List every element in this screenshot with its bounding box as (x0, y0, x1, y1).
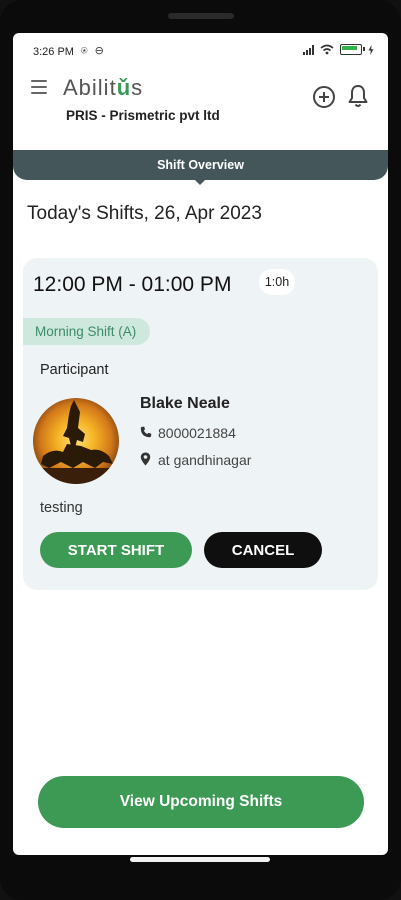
menu-icon[interactable] (31, 80, 47, 94)
add-icon[interactable] (313, 86, 335, 108)
participant-location: at gandhinagar (158, 452, 252, 468)
tab-indicator (194, 179, 206, 185)
app-logo: Abilitǔs (63, 75, 144, 100)
location-pin-icon (140, 452, 151, 466)
signal-icon (303, 44, 314, 55)
status-time: 3:26 PM (33, 46, 74, 58)
page-title: Today's Shifts, 26, Apr 2023 (27, 203, 262, 224)
view-upcoming-shifts-button[interactable]: View Upcoming Shifts (38, 776, 364, 828)
cancel-button[interactable]: CANCEL (204, 532, 322, 568)
shift-type-badge: Morning Shift (A) (23, 318, 151, 345)
participant-name: Blake Neale (140, 395, 230, 412)
shift-card[interactable]: 12:00 PM - 01:00 PM 1:0h Morning Shift (… (23, 258, 378, 590)
battery-icon (340, 44, 365, 55)
organization-name: PRIS - Prismetric pvt ltd (66, 108, 220, 123)
participant-avatar (33, 398, 119, 484)
phone-icon (140, 426, 152, 438)
status-notification-icons: ⍟ ⊖ (81, 45, 106, 57)
home-indicator[interactable] (130, 857, 270, 862)
duration-badge: 1:0h (259, 269, 295, 295)
charging-icon (368, 44, 374, 55)
tab-shift-overview[interactable]: Shift Overview (13, 150, 388, 180)
phone-frame: 3:26 PM ⍟ ⊖ Abilitǔs PRIS - Prismetric p… (0, 0, 401, 900)
speaker-grille (168, 13, 234, 19)
shift-time-range: 12:00 PM - 01:00 PM (33, 273, 232, 296)
bell-icon[interactable] (347, 84, 369, 108)
status-right-icons (303, 44, 374, 55)
app-header: Abilitǔs PRIS - Prismetric pvt ltd (13, 63, 388, 151)
start-shift-button[interactable]: START SHIFT (40, 532, 192, 568)
shift-note: testing (40, 500, 83, 516)
wifi-icon (320, 44, 334, 55)
status-bar: 3:26 PM ⍟ ⊖ (13, 33, 388, 63)
participant-phone[interactable]: 8000021884 (158, 425, 236, 441)
participant-label: Participant (40, 362, 109, 378)
app-screen: 3:26 PM ⍟ ⊖ Abilitǔs PRIS - Prismetric p… (13, 33, 388, 855)
